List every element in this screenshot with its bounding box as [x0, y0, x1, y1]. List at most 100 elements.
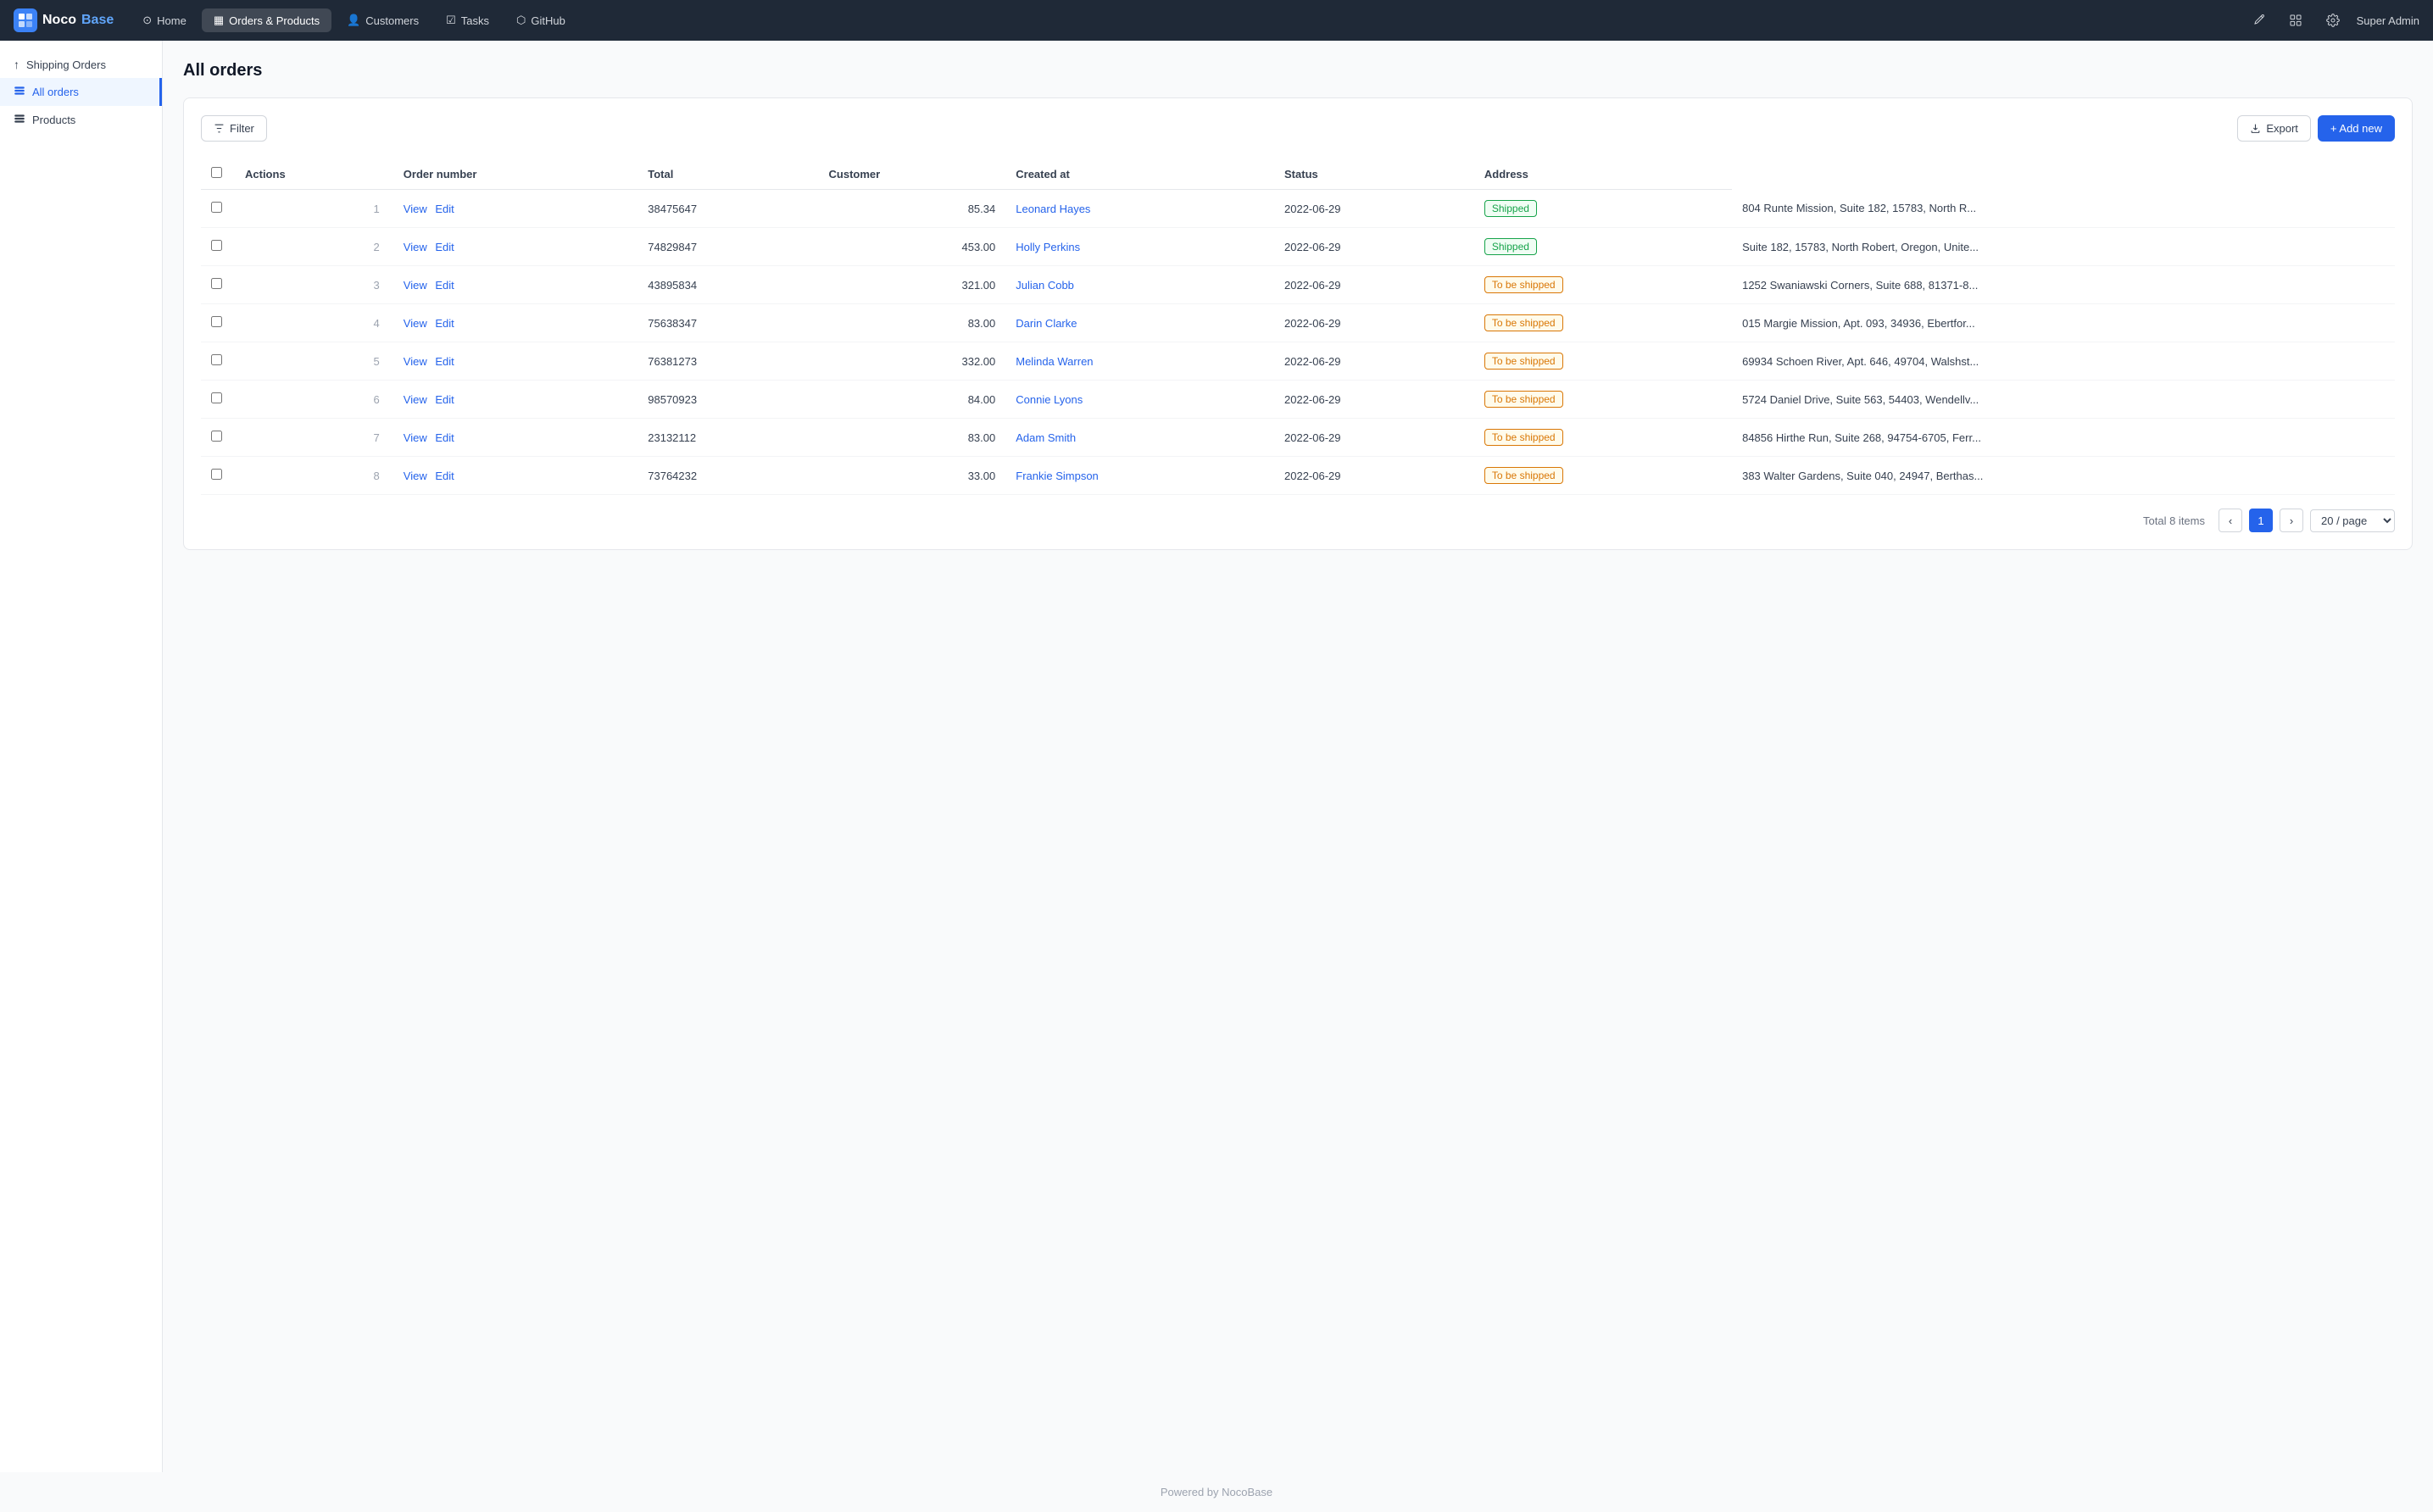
view-link[interactable]: View — [404, 355, 427, 368]
filter-button[interactable]: Filter — [201, 115, 267, 142]
row-status: To be shipped — [1474, 266, 1732, 304]
sidebar-item-products[interactable]: Products — [0, 106, 162, 134]
customer-link[interactable]: Melinda Warren — [1016, 355, 1093, 368]
nav-orders-products[interactable]: ▦ Orders & Products — [202, 8, 331, 32]
pagination-total: Total 8 items — [2143, 514, 2205, 527]
row-created-at: 2022-06-29 — [1274, 190, 1474, 228]
logo[interactable]: Noco Base — [14, 8, 114, 32]
row-select-checkbox[interactable] — [211, 431, 222, 442]
sidebar-item-shipping-orders[interactable]: ↑ Shipping Orders — [0, 51, 162, 78]
customer-link[interactable]: Julian Cobb — [1016, 279, 1074, 292]
row-checkbox — [201, 266, 235, 304]
list-icon-1 — [14, 85, 25, 99]
orders-table: Actions Order number Total Customer Crea… — [201, 158, 2395, 495]
edit-link[interactable]: Edit — [435, 241, 454, 253]
row-checkbox — [201, 228, 235, 266]
customer-link[interactable]: Darin Clarke — [1016, 317, 1077, 330]
row-order-number: 43895834 — [637, 266, 818, 304]
row-order-number: 23132112 — [637, 419, 818, 457]
row-actions: View Edit — [393, 190, 637, 228]
edit-link[interactable]: Edit — [435, 470, 454, 482]
view-link[interactable]: View — [404, 317, 427, 330]
row-select-checkbox[interactable] — [211, 392, 222, 403]
settings-icon-btn[interactable] — [2319, 7, 2347, 34]
row-number: 4 — [235, 304, 393, 342]
row-created-at: 2022-06-29 — [1274, 266, 1474, 304]
row-total: 85.34 — [819, 190, 1006, 228]
row-checkbox — [201, 419, 235, 457]
user-label[interactable]: Super Admin — [2357, 14, 2419, 27]
toolbar: Filter Export + Add new — [201, 115, 2395, 142]
page-1-button[interactable]: 1 — [2249, 509, 2273, 532]
apps-icon-btn[interactable] — [2282, 7, 2309, 34]
row-select-checkbox[interactable] — [211, 316, 222, 327]
row-number: 3 — [235, 266, 393, 304]
row-address: 5724 Daniel Drive, Suite 563, 54403, Wen… — [1732, 381, 2395, 419]
row-actions: View Edit — [393, 304, 637, 342]
row-customer: Holly Perkins — [1005, 228, 1274, 266]
logo-base: Base — [81, 13, 114, 28]
customer-link[interactable]: Holly Perkins — [1016, 241, 1080, 253]
row-created-at: 2022-06-29 — [1274, 381, 1474, 419]
edit-link[interactable]: Edit — [435, 431, 454, 444]
orders-card: Filter Export + Add new — [183, 97, 2413, 550]
row-actions: View Edit — [393, 342, 637, 381]
row-status: To be shipped — [1474, 304, 1732, 342]
row-order-number: 73764232 — [637, 457, 818, 495]
customer-link[interactable]: Adam Smith — [1016, 431, 1076, 444]
row-select-checkbox[interactable] — [211, 278, 222, 289]
row-select-checkbox[interactable] — [211, 240, 222, 251]
table-header: Actions Order number Total Customer Crea… — [201, 158, 2395, 190]
customer-link[interactable]: Connie Lyons — [1016, 393, 1083, 406]
sidebar-item-all-orders[interactable]: All orders — [0, 78, 162, 106]
prev-page-button[interactable]: ‹ — [2219, 509, 2242, 532]
toolbar-right: Export + Add new — [2237, 115, 2395, 142]
row-total: 33.00 — [819, 457, 1006, 495]
row-select-checkbox[interactable] — [211, 354, 222, 365]
header-checkbox-col — [201, 158, 235, 190]
row-number: 6 — [235, 381, 393, 419]
view-link[interactable]: View — [404, 470, 427, 482]
row-actions: View Edit — [393, 457, 637, 495]
edit-link[interactable]: Edit — [435, 393, 454, 406]
row-status: Shipped — [1474, 190, 1732, 228]
row-select-checkbox[interactable] — [211, 469, 222, 480]
row-status: To be shipped — [1474, 381, 1732, 419]
nav-tasks[interactable]: ☑ Tasks — [434, 8, 501, 32]
nav-github[interactable]: ⬡ GitHub — [504, 8, 577, 32]
customer-link[interactable]: Leonard Hayes — [1016, 203, 1090, 215]
view-link[interactable]: View — [404, 279, 427, 292]
add-new-button[interactable]: + Add new — [2318, 115, 2395, 142]
next-page-button[interactable]: › — [2280, 509, 2303, 532]
page-title: All orders — [183, 61, 2413, 81]
view-link[interactable]: View — [404, 431, 427, 444]
row-actions: View Edit — [393, 266, 637, 304]
view-link[interactable]: View — [404, 203, 427, 215]
row-checkbox — [201, 304, 235, 342]
view-link[interactable]: View — [404, 393, 427, 406]
edit-link[interactable]: Edit — [435, 279, 454, 292]
nav-home[interactable]: ⊙ Home — [131, 8, 198, 32]
row-total: 83.00 — [819, 419, 1006, 457]
row-order-number: 76381273 — [637, 342, 818, 381]
logo-noco: Noco — [42, 13, 76, 28]
nav-customers[interactable]: 👤 Customers — [335, 8, 431, 32]
row-select-checkbox[interactable] — [211, 202, 222, 213]
header-address: Address — [1474, 158, 1732, 190]
view-link[interactable]: View — [404, 241, 427, 253]
page-size-select[interactable]: 20 / page 50 / page 100 / page — [2310, 509, 2395, 532]
export-button[interactable]: Export — [2237, 115, 2311, 142]
pencil-icon-btn[interactable] — [2245, 7, 2272, 34]
status-badge: Shipped — [1484, 200, 1537, 217]
edit-link[interactable]: Edit — [435, 355, 454, 368]
edit-link[interactable]: Edit — [435, 203, 454, 215]
row-customer: Connie Lyons — [1005, 381, 1274, 419]
row-address: Suite 182, 15783, North Robert, Oregon, … — [1732, 228, 2395, 266]
status-badge: To be shipped — [1484, 391, 1563, 408]
select-all-checkbox[interactable] — [211, 167, 222, 178]
main-layout: ↑ Shipping Orders All orders Products Al… — [0, 41, 2433, 1472]
customer-link[interactable]: Frankie Simpson — [1016, 470, 1099, 482]
row-total: 84.00 — [819, 381, 1006, 419]
toolbar-left: Filter — [201, 115, 267, 142]
edit-link[interactable]: Edit — [435, 317, 454, 330]
